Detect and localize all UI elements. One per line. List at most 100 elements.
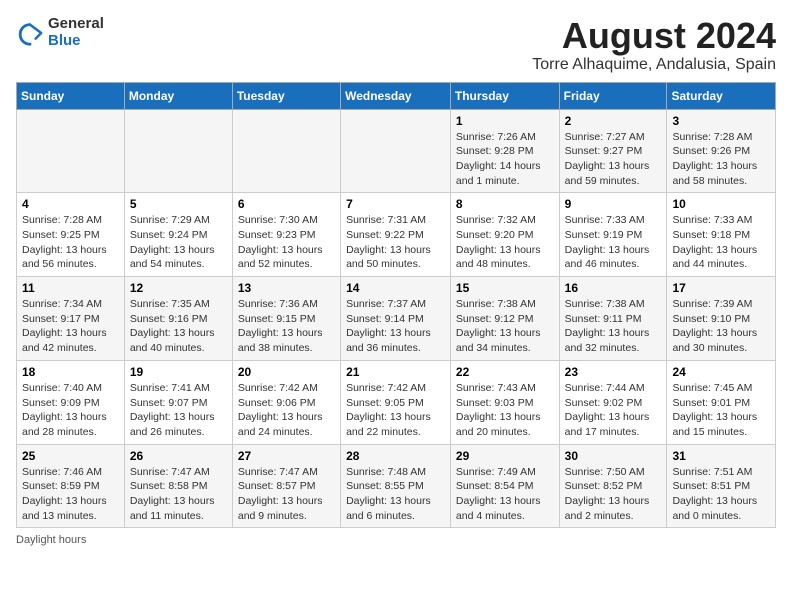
- day-number: 23: [565, 365, 662, 379]
- calendar-week-row: 11 Sunrise: 7:34 AM Sunset: 9:17 PM Dayli…: [17, 277, 776, 361]
- logo-general: General: [48, 15, 104, 32]
- calendar-cell: 22Sunrise: 7:43 AM Sunset: 9:03 PM Dayli…: [450, 360, 559, 444]
- calendar-cell: 16 Sunrise: 7:38 AM Sunset: 9:11 PM Dayli…: [559, 277, 667, 361]
- day-number: 2: [565, 114, 662, 128]
- calendar-cell: 20 Sunrise: 7:42 AM Sunset: 9:06 PM Dayli…: [232, 360, 340, 444]
- day-number: 10: [672, 197, 770, 211]
- day-info: Sunrise: 7:37 AM Sunset: 9:14 PM Dayligh…: [346, 297, 445, 356]
- day-info: Sunrise: 7:48 AM Sunset: 8:55 PM Dayligh…: [346, 465, 445, 524]
- calendar-cell: 5 Sunrise: 7:29 AM Sunset: 9:24 PM Daylig…: [124, 193, 232, 277]
- day-number: 3: [672, 114, 770, 128]
- calendar-cell: 10Sunrise: 7:33 AM Sunset: 9:18 PM Dayli…: [667, 193, 776, 277]
- calendar-cell: 7 Sunrise: 7:31 AM Sunset: 9:22 PM Daylig…: [341, 193, 451, 277]
- calendar-cell: 9Sunrise: 7:33 AM Sunset: 9:19 PM Daylig…: [559, 193, 667, 277]
- day-info: Sunrise: 7:41 AM Sunset: 9:07 PM Dayligh…: [130, 381, 227, 440]
- calendar-week-row: 4 Sunrise: 7:28 AM Sunset: 9:25 PM Daylig…: [17, 193, 776, 277]
- col-header-sunday: Sunday: [17, 82, 125, 109]
- calendar-cell: 8Sunrise: 7:32 AM Sunset: 9:20 PM Daylig…: [450, 193, 559, 277]
- day-info: Sunrise: 7:51 AM Sunset: 8:51 PM Dayligh…: [672, 465, 770, 524]
- calendar-cell: 23Sunrise: 7:44 AM Sunset: 9:02 PM Dayli…: [559, 360, 667, 444]
- day-number: 1: [456, 114, 554, 128]
- day-info: Sunrise: 7:40 AM Sunset: 9:09 PM Dayligh…: [22, 381, 119, 440]
- day-info: Sunrise: 7:38 AM Sunset: 9:12 PM Dayligh…: [456, 297, 554, 356]
- day-number: 16: [565, 281, 662, 295]
- day-number: 13: [238, 281, 335, 295]
- day-number: 18: [22, 365, 119, 379]
- logo-icon: [16, 19, 44, 47]
- logo-text: General Blue: [48, 16, 104, 49]
- logo: General Blue: [16, 16, 104, 49]
- day-info: Sunrise: 7:43 AM Sunset: 9:03 PM Dayligh…: [456, 381, 554, 440]
- page-subtitle: Torre Alhaquime, Andalusia, Spain: [532, 56, 776, 74]
- calendar-cell: 18 Sunrise: 7:40 AM Sunset: 9:09 PM Dayli…: [17, 360, 125, 444]
- calendar-cell: 25 Sunrise: 7:46 AM Sunset: 8:59 PM Dayli…: [17, 444, 125, 528]
- day-info: Sunrise: 7:27 AM Sunset: 9:27 PM Dayligh…: [565, 130, 662, 189]
- calendar-cell: 4 Sunrise: 7:28 AM Sunset: 9:25 PM Daylig…: [17, 193, 125, 277]
- calendar-cell: [232, 109, 340, 193]
- day-info: Sunrise: 7:45 AM Sunset: 9:01 PM Dayligh…: [672, 381, 770, 440]
- calendar-cell: 29 Sunrise: 7:49 AM Sunset: 8:54 PM Dayli…: [450, 444, 559, 528]
- day-number: 19: [130, 365, 227, 379]
- calendar-cell: 12Sunrise: 7:35 AM Sunset: 9:16 PM Dayli…: [124, 277, 232, 361]
- day-info: Sunrise: 7:42 AM Sunset: 9:06 PM Dayligh…: [238, 381, 335, 440]
- day-info: Sunrise: 7:38 AM Sunset: 9:11 PM Dayligh…: [565, 297, 662, 356]
- day-info: Sunrise: 7:34 AM Sunset: 9:17 PM Dayligh…: [22, 297, 119, 356]
- day-number: 17: [672, 281, 770, 295]
- col-header-friday: Friday: [559, 82, 667, 109]
- day-info: Sunrise: 7:42 AM Sunset: 9:05 PM Dayligh…: [346, 381, 445, 440]
- day-info: Sunrise: 7:50 AM Sunset: 8:52 PM Dayligh…: [565, 465, 662, 524]
- day-number: 7: [346, 197, 445, 211]
- calendar-cell: [341, 109, 451, 193]
- calendar-cell: 28Sunrise: 7:48 AM Sunset: 8:55 PM Dayli…: [341, 444, 451, 528]
- day-number: 11: [22, 281, 119, 295]
- day-number: 15: [456, 281, 554, 295]
- day-info: Sunrise: 7:26 AM Sunset: 9:28 PM Dayligh…: [456, 130, 554, 189]
- day-number: 4: [22, 197, 119, 211]
- day-number: 31: [672, 449, 770, 463]
- calendar-cell: 30 Sunrise: 7:50 AM Sunset: 8:52 PM Dayli…: [559, 444, 667, 528]
- calendar-cell: [124, 109, 232, 193]
- calendar-cell: 26 Sunrise: 7:47 AM Sunset: 8:58 PM Dayli…: [124, 444, 232, 528]
- calendar-cell: 21Sunrise: 7:42 AM Sunset: 9:05 PM Dayli…: [341, 360, 451, 444]
- day-number: 29: [456, 449, 554, 463]
- calendar-cell: 3 Sunrise: 7:28 AM Sunset: 9:26 PM Daylig…: [667, 109, 776, 193]
- day-info: Sunrise: 7:47 AM Sunset: 8:57 PM Dayligh…: [238, 465, 335, 524]
- day-info: Sunrise: 7:28 AM Sunset: 9:26 PM Dayligh…: [672, 130, 770, 189]
- calendar-week-row: 25 Sunrise: 7:46 AM Sunset: 8:59 PM Dayli…: [17, 444, 776, 528]
- day-number: 14: [346, 281, 445, 295]
- day-number: 30: [565, 449, 662, 463]
- day-info: Sunrise: 7:47 AM Sunset: 8:58 PM Dayligh…: [130, 465, 227, 524]
- day-info: Sunrise: 7:29 AM Sunset: 9:24 PM Dayligh…: [130, 213, 227, 272]
- col-header-monday: Monday: [124, 82, 232, 109]
- calendar-header-row: SundayMondayTuesdayWednesdayThursdayFrid…: [17, 82, 776, 109]
- day-number: 24: [672, 365, 770, 379]
- day-number: 12: [130, 281, 227, 295]
- day-info: Sunrise: 7:49 AM Sunset: 8:54 PM Dayligh…: [456, 465, 554, 524]
- calendar-cell: 15 Sunrise: 7:38 AM Sunset: 9:12 PM Dayli…: [450, 277, 559, 361]
- calendar-cell: 2 Sunrise: 7:27 AM Sunset: 9:27 PM Daylig…: [559, 109, 667, 193]
- page-title: August 2024: [532, 16, 776, 56]
- day-number: 26: [130, 449, 227, 463]
- col-header-saturday: Saturday: [667, 82, 776, 109]
- title-block: August 2024 Torre Alhaquime, Andalusia, …: [532, 16, 776, 74]
- day-info: Sunrise: 7:46 AM Sunset: 8:59 PM Dayligh…: [22, 465, 119, 524]
- calendar-cell: 1 Sunrise: 7:26 AM Sunset: 9:28 PM Daylig…: [450, 109, 559, 193]
- day-number: 5: [130, 197, 227, 211]
- col-header-tuesday: Tuesday: [232, 82, 340, 109]
- calendar-cell: 11 Sunrise: 7:34 AM Sunset: 9:17 PM Dayli…: [17, 277, 125, 361]
- day-info: Sunrise: 7:36 AM Sunset: 9:15 PM Dayligh…: [238, 297, 335, 356]
- day-number: 27: [238, 449, 335, 463]
- header: General Blue August 2024 Torre Alhaquime…: [16, 16, 776, 74]
- day-number: 25: [22, 449, 119, 463]
- calendar-cell: 19 Sunrise: 7:41 AM Sunset: 9:07 PM Dayli…: [124, 360, 232, 444]
- day-info: Sunrise: 7:28 AM Sunset: 9:25 PM Dayligh…: [22, 213, 119, 272]
- calendar-cell: 31 Sunrise: 7:51 AM Sunset: 8:51 PM Dayli…: [667, 444, 776, 528]
- logo-blue: Blue: [48, 32, 81, 49]
- calendar-cell: 13 Sunrise: 7:36 AM Sunset: 9:15 PM Dayli…: [232, 277, 340, 361]
- day-number: 20: [238, 365, 335, 379]
- day-number: 6: [238, 197, 335, 211]
- calendar-cell: 14 Sunrise: 7:37 AM Sunset: 9:14 PM Dayli…: [341, 277, 451, 361]
- calendar-week-row: 18 Sunrise: 7:40 AM Sunset: 9:09 PM Dayli…: [17, 360, 776, 444]
- day-info: Sunrise: 7:31 AM Sunset: 9:22 PM Dayligh…: [346, 213, 445, 272]
- day-info: Sunrise: 7:33 AM Sunset: 9:19 PM Dayligh…: [565, 213, 662, 272]
